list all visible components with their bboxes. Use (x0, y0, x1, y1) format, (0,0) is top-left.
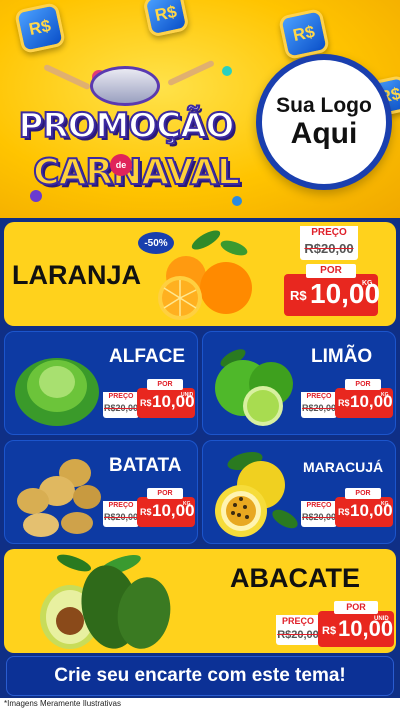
store-logo-placeholder: Sua Logo Aqui (256, 54, 392, 190)
old-price-box: PREÇO R$20,00 (300, 226, 358, 260)
new-price-box: POR R$ 10,00 UNID (318, 601, 394, 647)
price-unit: KG (381, 501, 389, 507)
new-price-label: POR (147, 379, 183, 390)
new-price-box: POR R$ 10,00 KG (335, 379, 393, 418)
price-unit: UNID (374, 616, 389, 622)
logo-line-1: Sua Logo (276, 94, 372, 118)
avocado-icon (40, 554, 171, 649)
new-price-box: POR R$ 10,00 KG (284, 264, 380, 316)
product-card-laranja: LARANJA -50% PREÇO R$20,00 POR R$ 10,00 … (4, 222, 396, 326)
old-price-value: R$20,00 (103, 403, 139, 413)
new-price-label: POR (147, 488, 183, 499)
old-price-box: PREÇO R$20,00 (276, 615, 320, 645)
drumstick-icon (167, 59, 215, 87)
cta-text: Crie seu encarte com este tema! (54, 665, 346, 686)
currency-symbol: R$ (338, 507, 350, 517)
potato-icon (17, 459, 101, 537)
currency-symbol: R$ (338, 398, 350, 408)
old-price-box: PREÇO R$20,00 (103, 392, 139, 418)
disclaimer-text: *Imagens Meramente Ilustrativas (4, 699, 121, 708)
old-price-label: PREÇO (301, 501, 337, 511)
new-price-box: POR R$ 10,00 KG (335, 488, 393, 527)
old-price-label: PREÇO (276, 615, 320, 627)
new-price-box: POR R$ 10,00 KG (137, 488, 195, 527)
old-price-value: R$20,00 (301, 512, 337, 522)
product-name: LARANJA (12, 260, 142, 290)
currency-symbol: R$ (140, 398, 152, 408)
old-price-label: PREÇO (103, 501, 139, 511)
price-unit: KG (183, 501, 191, 507)
passion-fruit-icon (215, 451, 298, 537)
new-price-label: POR (306, 264, 356, 278)
old-price-value: R$20,00 (304, 241, 354, 256)
currency-symbol: R$ (290, 288, 307, 303)
drumstick-icon (43, 63, 91, 91)
header-banner: R$ R$ R$ R$ PROMOÇÃO de CARNAVAL Sua Log… (0, 0, 400, 218)
new-price-label: POR (345, 488, 381, 499)
product-name: ABACATE (230, 563, 360, 593)
currency-symbol: R$ (322, 625, 337, 637)
old-price-value: R$20,00 (277, 629, 319, 641)
product-card-batata: BATATA PREÇO R$20,00 POR R$ 10,00 KG (4, 440, 198, 544)
old-price-label: PREÇO (300, 226, 358, 240)
promo-connector: de (110, 154, 132, 176)
product-name: LIMÃO (311, 346, 373, 367)
price-unit: KG (362, 280, 373, 287)
old-price-label: PREÇO (103, 392, 139, 402)
product-card-alface: ALFACE PREÇO R$20,00 POR R$ 10,00 UNID (4, 331, 198, 435)
lettuce-icon (15, 358, 99, 426)
new-price-label: POR (334, 601, 378, 614)
old-price-box: PREÇO R$20,00 (301, 392, 337, 418)
old-price-box: PREÇO R$20,00 (103, 501, 139, 527)
promo-carnaval-logo: PROMOÇÃO de CARNAVAL (6, 59, 256, 200)
old-price-value: R$20,00 (103, 512, 139, 522)
new-price-box: POR R$ 10,00 UNID (137, 379, 195, 418)
product-card-maracuja: MARACUJÁ PREÇO R$20,00 POR R$ 10,00 KG (202, 440, 396, 544)
drum-icon (90, 66, 160, 106)
cta-banner: Crie seu encarte com este tema! (6, 656, 394, 696)
product-card-abacate: ABACATE PREÇO R$20,00 POR R$ 10,00 UNID (4, 549, 396, 653)
product-name: BATATA (109, 455, 182, 476)
coin-icon: R$ (277, 7, 331, 61)
currency-symbol: R$ (140, 507, 152, 517)
coin-icon: R$ (142, 0, 190, 38)
lime-icon (215, 349, 293, 426)
discount-badge: -50% (138, 232, 174, 254)
product-name: ALFACE (109, 346, 185, 367)
promo-title: PROMOÇÃO (18, 105, 236, 147)
product-card-limao: LIMÃO PREÇO R$20,00 POR R$ 10,00 KG (202, 331, 396, 435)
price-unit: UNID (181, 392, 194, 398)
product-name: MARACUJÁ (303, 459, 384, 475)
old-price-label: PREÇO (301, 392, 337, 402)
promo-subtitle: CARNAVAL (32, 151, 241, 194)
old-price-box: PREÇO R$20,00 (301, 501, 337, 527)
coin-icon: R$ (13, 1, 67, 55)
old-price-value: R$20,00 (301, 403, 337, 413)
price-unit: KG (381, 392, 389, 398)
new-price-label: POR (345, 379, 381, 390)
logo-line-2: Aqui (290, 117, 358, 151)
